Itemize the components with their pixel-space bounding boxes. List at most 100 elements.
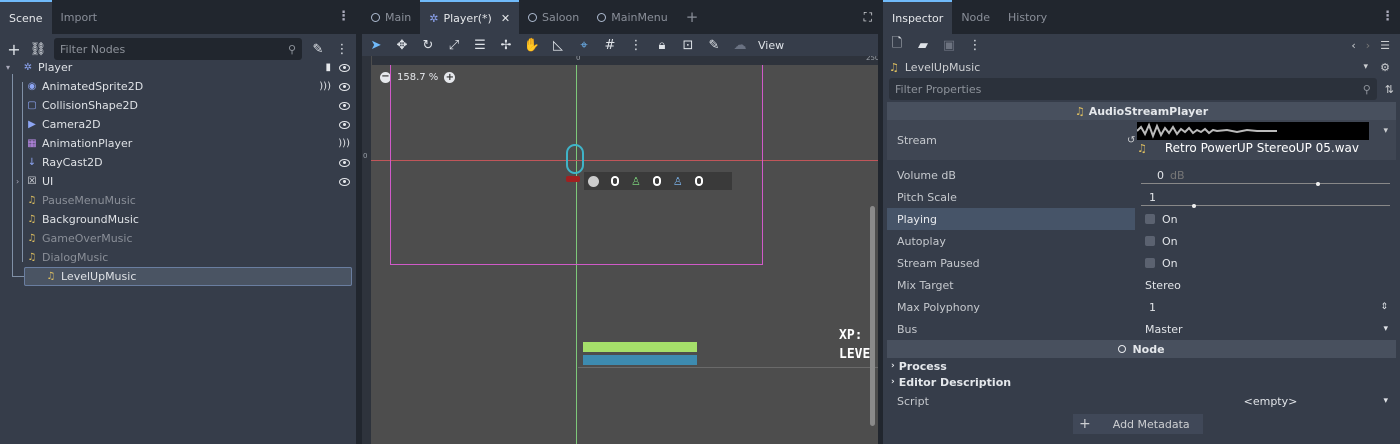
stream-paused-checkbox[interactable]: On [1135,252,1396,274]
group-editor-description[interactable]: › Editor Description [883,374,1400,390]
prop-label: Playing [897,212,937,226]
player-sprite[interactable] [566,144,584,174]
tab-history[interactable]: History [999,0,1056,34]
tree-node-player[interactable]: ▾ ✲ Player ▮ [4,58,352,77]
new-resource-icon[interactable]: 🗋︎ [889,36,905,53]
property-sort-icon[interactable]: ⇅ [1385,83,1394,96]
scale-tool-icon[interactable]: ⤢ [446,37,462,53]
tab-mainmenu[interactable]: MainMenu [588,0,676,34]
inspector-dock: Inspector Node History ⋮ 🗋︎ ▰ ▣ ⋮ ‹ › ☰ … [883,0,1400,444]
add-node-icon[interactable]: + [6,40,22,59]
prop-value: Master [1145,322,1183,336]
fullscreen-icon[interactable]: ⛶ [864,10,872,25]
node-tools-icon[interactable]: ⚙ [1380,61,1390,74]
tab-main[interactable]: Main [362,0,420,34]
cloud-icon[interactable]: ☁ [732,37,748,53]
tab-inspector[interactable]: Inspector [883,0,953,34]
tree-node-levelupmusic[interactable]: ♫ LevelUpMusic [24,267,352,286]
ruler-tool-icon[interactable]: ◺ [550,37,566,53]
chevron-down-icon[interactable]: ▾ [1383,126,1388,136]
smart-snap-icon[interactable]: ⌖ [576,37,592,53]
bus-select[interactable]: Master ▾ [1135,318,1396,340]
waveform-preview[interactable] [1137,122,1369,140]
tree-node-camera2d[interactable]: ▶ Camera2D [4,115,352,134]
tab-scene[interactable]: Scene [0,0,52,34]
save-icon[interactable]: ▣ [941,37,957,53]
list-select-icon[interactable]: ☰ [472,37,488,53]
script-attached-icon[interactable]: ▮ [325,62,331,73]
tree-node-collisionshape2d[interactable]: ▢ CollisionShape2D [4,96,352,115]
tree-node-pausemenumusic[interactable]: ♫ PauseMenuMusic [4,191,352,210]
tab-import[interactable]: Import [52,0,107,34]
object-history-icon[interactable]: ☰ [1380,39,1390,52]
scene-options-icon[interactable]: ⋮ [334,41,350,57]
filter-nodes-input[interactable]: Filter Nodes ⚲ [54,38,302,60]
signal-icon[interactable]: ))) [319,81,331,92]
tree-node-backgroundmusic[interactable]: ♫ BackgroundMusic [4,210,352,229]
selected-node-row[interactable]: ♫ LevelUpMusic ▾ ⚙ [883,56,1400,78]
inspector-menu-icon[interactable]: ⋮ [1381,10,1394,23]
script-icon[interactable]: ✎ [310,41,326,57]
tree-node-animatedsprite2d[interactable]: ◉ AnimatedSprite2D ))) [4,77,352,96]
script-picker[interactable]: <empty> ▾ [1135,390,1396,412]
visibility-eye-icon[interactable] [339,177,350,186]
visibility-eye-icon[interactable] [339,101,350,110]
prop-bus: Bus Master ▾ [887,318,1396,340]
chevron-right-icon[interactable]: › [16,177,19,186]
spinner-arrows-icon[interactable]: ⇕ [1380,302,1388,312]
max-polyphony-spinbox[interactable]: 1 ⇕ [1135,296,1396,318]
stream-resource[interactable]: ♫ Retro PowerUP StereoUP 05.wav [1137,141,1359,155]
vertical-scrollbar[interactable] [870,206,875,426]
tree-node-raycast2d[interactable]: ↓ RayCast2D [4,153,352,172]
prop-label: Bus [897,322,918,336]
node-section[interactable]: Node [887,340,1396,358]
close-tab-icon[interactable]: ✕ [501,12,510,25]
revert-icon[interactable]: ↺ [1127,135,1135,146]
visibility-eye-icon[interactable] [339,158,350,167]
link-icon[interactable]: ⛓ [30,41,47,57]
chevron-down-icon[interactable]: ▾ [6,63,10,72]
visibility-eye-icon[interactable] [339,63,350,72]
pitch-scale-slider[interactable]: 1 [1135,186,1396,208]
autoplay-checkbox[interactable]: On [1135,230,1396,252]
tree-node-gameovermusic[interactable]: ♫ GameOverMusic [4,229,352,248]
snap-options-icon[interactable]: ⋮ [628,37,644,53]
view-menu[interactable]: View [758,39,784,52]
volume-db-slider[interactable]: 0 dB [1135,164,1396,186]
filter-properties-input[interactable]: Filter Properties ⚲ [889,78,1377,100]
node-actions: ▮ [325,62,350,73]
back-icon[interactable]: ‹ [1351,39,1355,52]
select-tool-icon[interactable]: ➤ [368,37,384,53]
audiostreamplayer-section[interactable]: ♫ AudioStreamPlayer [887,102,1396,120]
playing-checkbox[interactable]: On [1135,208,1396,230]
canvas-viewport[interactable]: 0 250 0 − 158.7 % + ♙ ♙ XP: LEVE [362,56,878,444]
move-tool-icon[interactable]: ✥ [394,37,410,53]
grid-snap-icon[interactable]: # [602,37,618,53]
group-process[interactable]: › Process [883,358,1400,374]
resource-menu-icon[interactable]: ⋮ [967,37,983,53]
add-tab-icon[interactable]: + [677,0,708,34]
add-metadata-button[interactable]: + Add Metadata [1073,414,1203,434]
mix-target-select[interactable]: Stereo [1135,274,1396,296]
forward-icon[interactable]: › [1366,39,1370,52]
tree-node-ui[interactable]: › ☒ UI [4,172,352,191]
bone-icon[interactable]: ✎ [706,37,722,53]
tree-node-animationplayer[interactable]: ▦ AnimationPlayer ))) [4,134,352,153]
lock-icon[interactable]: 🔒︎ [654,37,670,53]
scene-menu-icon[interactable]: ⋮ [337,10,350,23]
scene-dot-icon [371,12,380,22]
signal-icon[interactable]: ))) [338,138,350,149]
visibility-eye-icon[interactable] [339,82,350,91]
group-icon[interactable]: ⊡ [680,37,696,53]
tree-node-dialogmusic[interactable]: ♫ DialogMusic [4,248,352,267]
rotate-tool-icon[interactable]: ↻ [420,37,436,53]
pan-tool-icon[interactable]: ✋ [524,37,540,53]
tab-player[interactable]: ✲ Player(*) ✕ [420,0,520,34]
tab-saloon[interactable]: Saloon [519,0,588,34]
chevron-down-icon[interactable]: ▾ [1363,62,1368,72]
property-list: Stream ↺ ♫ Retro PowerUP StereoUP 05.wav… [887,120,1396,340]
visibility-eye-icon[interactable] [339,120,350,129]
pivot-icon[interactable]: ✢ [498,37,514,53]
tab-node[interactable]: Node [952,0,999,34]
open-folder-icon[interactable]: ▰ [915,37,931,53]
